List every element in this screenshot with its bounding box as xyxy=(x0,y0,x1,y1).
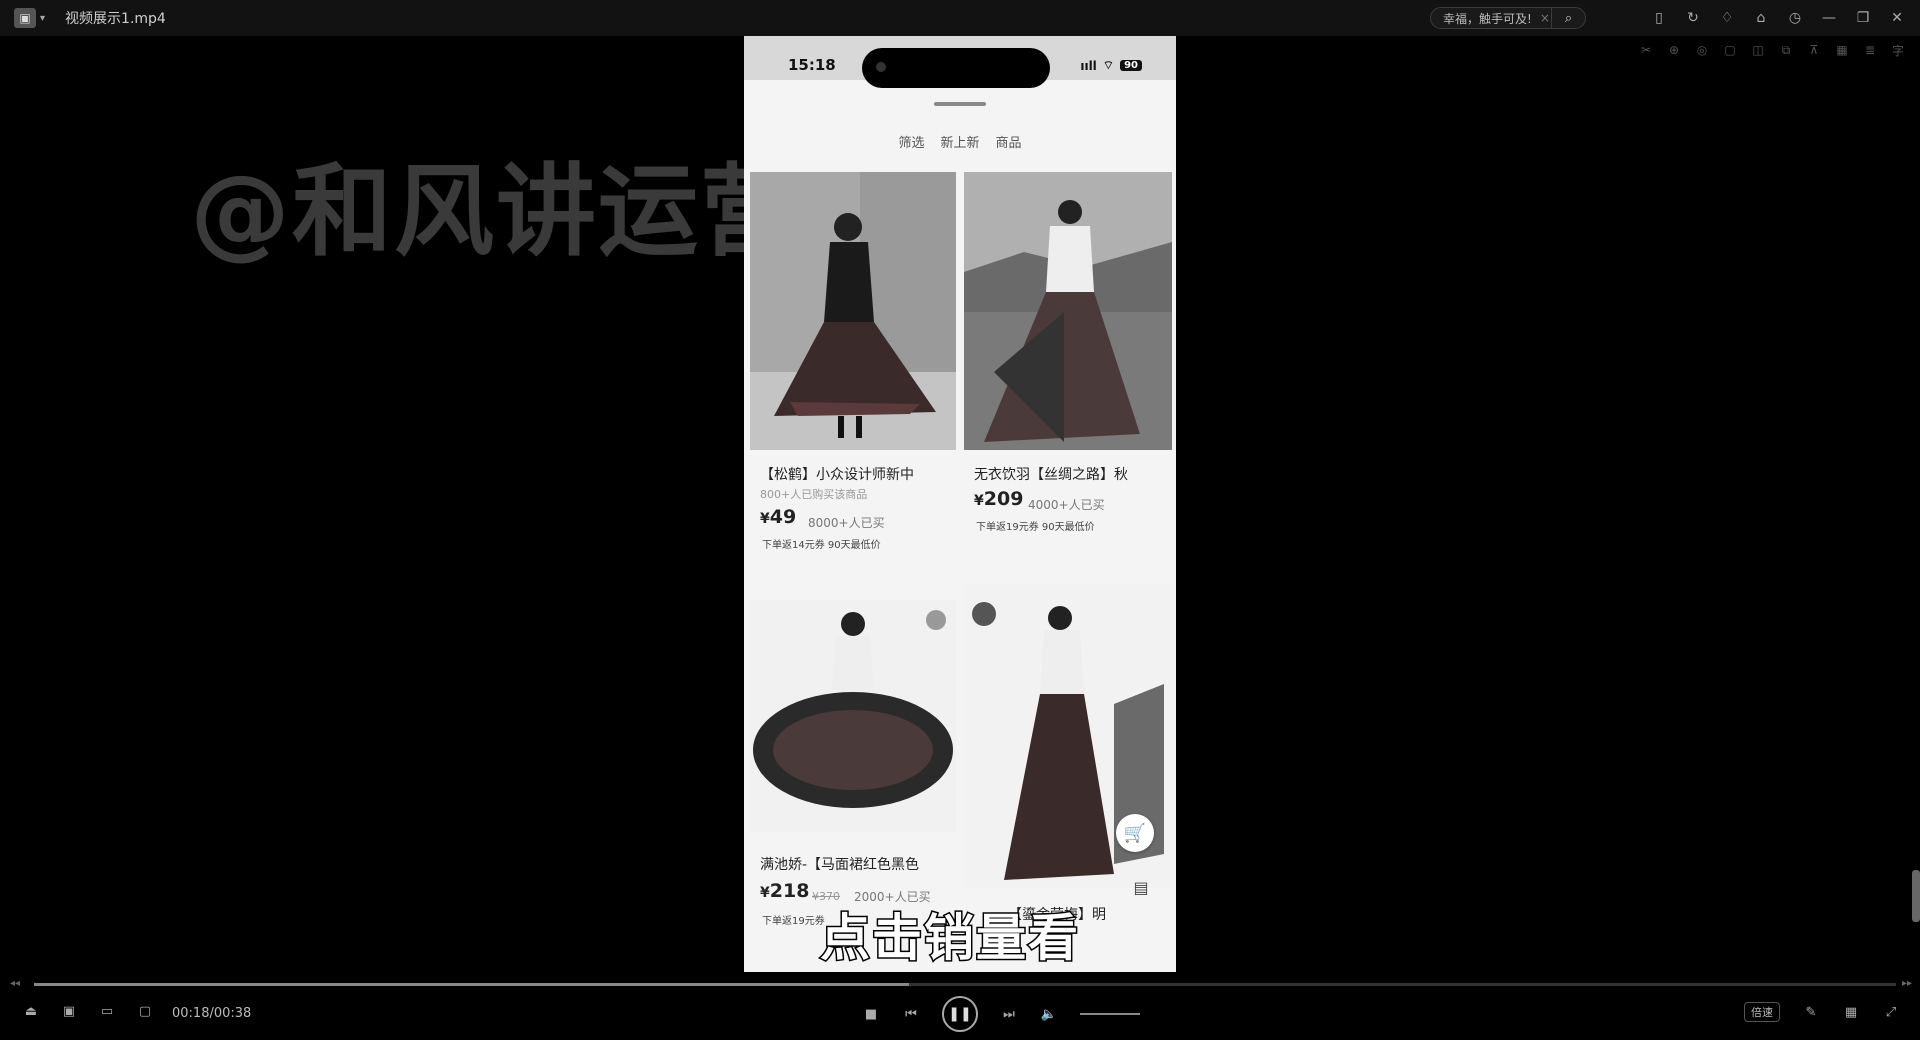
camera-icon xyxy=(876,62,886,72)
sold-count: 4000+人已买 xyxy=(1028,498,1105,512)
search-placeholder: 幸福，触手可及! xyxy=(1443,11,1532,26)
playlist-icon[interactable]: ▣ xyxy=(60,1002,78,1020)
status-indicators: ııll ⌔ 90 xyxy=(1080,58,1142,73)
progress-bar[interactable]: ◂◂ ▸▸ xyxy=(0,978,1920,992)
battery-icon: 90 xyxy=(1120,60,1142,71)
search-box[interactable]: 幸福，触手可及! × ⌕ xyxy=(1430,7,1586,29)
sold-count: 8000+人已买 xyxy=(808,516,885,530)
clear-icon[interactable]: × xyxy=(1540,11,1550,25)
product-title[interactable]: 无衣饮羽【丝绸之路】秋 xyxy=(974,464,1172,484)
product-photo xyxy=(964,172,1172,450)
filter-tab[interactable]: 新上新 xyxy=(940,132,979,151)
product-photo xyxy=(750,172,956,450)
search-icon[interactable]: ⌕ xyxy=(1551,8,1585,28)
player-controls: ⏏ ▣ ▭ ▢ 00:18/00:38 ■ ⏮ ❚❚ ⏭ 🔈 倍速 ✎ ▦ ⤢ xyxy=(0,996,1920,1032)
tool-icon[interactable]: 字 xyxy=(1890,42,1906,58)
dynamic-island xyxy=(862,48,1050,88)
product-photo xyxy=(750,600,956,832)
subtitle-icon[interactable]: ▭ xyxy=(98,1002,116,1020)
promo-tags: 下单返19元券 xyxy=(762,916,825,927)
product-card[interactable]: 【松鹤】小众设计师新中 800+人已购买该商品 ¥49 8000+人已买 下单返… xyxy=(750,172,956,612)
tool-icon[interactable]: ≣ xyxy=(1862,42,1878,58)
status-bar: 15:18 ııll ⌔ 90 xyxy=(744,36,1176,88)
box-icon[interactable]: ▦ xyxy=(1842,1003,1860,1021)
currency-symbol: ¥ xyxy=(974,493,984,509)
chevron-down-icon[interactable]: ▾ xyxy=(40,13,45,24)
currency-symbol: ¥ xyxy=(760,885,770,901)
promo-tags: 下单返14元券 90天最低价 xyxy=(762,540,881,551)
screenshot-icon[interactable]: ✎ xyxy=(1802,1003,1820,1021)
side-scroll-handle[interactable] xyxy=(1912,870,1920,922)
video-caption: 点击销量看 xyxy=(819,908,1080,969)
tool-icon[interactable]: ◫ xyxy=(1750,42,1766,58)
watermark-text: @和风讲运营 xyxy=(190,153,802,270)
cart-icon[interactable]: 🛒 xyxy=(1116,814,1154,852)
titlebar-icons: ▯ ↻ ♢ ⌂ ◷ — ❐ ✕ xyxy=(1650,0,1906,36)
filter-tab[interactable]: 商品 xyxy=(996,132,1022,151)
product-image[interactable] xyxy=(964,172,1172,450)
right-controls: 倍速 ✎ ▦ ⤢ xyxy=(1744,1002,1900,1022)
left-controls: ⏏ ▣ ▭ ▢ xyxy=(22,1002,154,1020)
tool-icon[interactable]: ▦ xyxy=(1834,42,1850,58)
pause-button[interactable]: ❚❚ xyxy=(942,996,978,1032)
progress-fill xyxy=(34,983,910,986)
sheet-handle[interactable] xyxy=(934,102,986,106)
next-icon[interactable]: ⏭ xyxy=(1000,1005,1018,1023)
share-icon[interactable]: ♢ xyxy=(1718,9,1736,27)
tool-icon[interactable]: ⧉ xyxy=(1778,42,1794,58)
product-title[interactable]: 满池娇-【马面裙红色黑色 xyxy=(760,854,956,874)
previous-icon[interactable]: ⏮ xyxy=(902,1005,920,1023)
product-title[interactable]: 【松鹤】小众设计师新中 xyxy=(760,464,956,484)
product-image[interactable] xyxy=(750,172,956,450)
timecode: 00:18/00:38 xyxy=(172,1006,252,1021)
volume-icon[interactable]: 🔈 xyxy=(1040,1005,1058,1023)
tool-icon[interactable]: ⊕ xyxy=(1666,42,1682,58)
product-price: ¥218 xyxy=(760,880,809,902)
skin-icon[interactable]: ▯ xyxy=(1650,9,1668,27)
eject-icon[interactable]: ⏏ xyxy=(22,1002,40,1020)
price-value: 209 xyxy=(983,488,1024,510)
product-price: ¥209 xyxy=(974,488,1023,510)
player-app-icon[interactable]: ▣ xyxy=(14,8,36,28)
chat-icon[interactable]: ▢ xyxy=(136,1002,154,1020)
phone-screen: 15:18 ııll ⌔ 90 筛选 新上新 商品 【松鹤】小众设计师新中 80… xyxy=(744,36,1176,972)
filter-tab[interactable]: 筛选 xyxy=(898,132,924,151)
currency-symbol: ¥ xyxy=(760,511,770,527)
filter-row: 筛选 新上新 商品 xyxy=(744,132,1176,151)
product-card[interactable]: 无衣饮羽【丝绸之路】秋 ¥209 4000+人已买 下单返19元券 90天最低价 xyxy=(964,172,1172,612)
tool-icon[interactable]: ◎ xyxy=(1694,42,1710,58)
window-title: 视频展示1.mp4 xyxy=(65,11,166,27)
status-time: 15:18 xyxy=(788,56,836,74)
restore-icon[interactable]: ❐ xyxy=(1854,9,1872,27)
message-icon[interactable]: ▤ xyxy=(1128,874,1154,900)
product-image[interactable] xyxy=(750,600,956,832)
product-subtitle: 800+人已购买该商品 xyxy=(760,488,868,501)
tshirt-icon[interactable]: ⌂ xyxy=(1752,9,1770,27)
clock-icon[interactable]: ◷ xyxy=(1786,9,1804,27)
price-value: 218 xyxy=(769,880,810,902)
title-bar: ▣ ▾ 视频展示1.mp4 幸福，触手可及! × ⌕ ▯ ↻ ♢ ⌂ ◷ — ❐… xyxy=(0,0,1920,36)
product-price: ¥49 xyxy=(760,506,796,528)
close-icon[interactable]: ✕ xyxy=(1888,9,1906,27)
wifi-icon: ⌔ xyxy=(1102,58,1115,72)
seek-forward-icon[interactable]: ▸▸ xyxy=(1902,978,1912,989)
speed-button[interactable]: 倍速 xyxy=(1744,1002,1780,1022)
promo-tags: 下单返19元券 90天最低价 xyxy=(976,522,1095,533)
signal-icon: ııll xyxy=(1080,58,1097,73)
tool-icon[interactable]: ⊼ xyxy=(1806,42,1822,58)
fullscreen-icon[interactable]: ⤢ xyxy=(1882,1003,1900,1021)
stop-icon[interactable]: ■ xyxy=(862,1005,880,1023)
refresh-icon[interactable]: ↻ xyxy=(1684,9,1702,27)
tool-icon[interactable]: ▢ xyxy=(1722,42,1738,58)
seek-back-icon[interactable]: ◂◂ xyxy=(10,978,20,989)
secondary-toolbar: ✂ ⊕ ◎ ▢ ◫ ⧉ ⊼ ▦ ≣ 字 xyxy=(1638,38,1906,62)
volume-slider[interactable] xyxy=(1080,1013,1140,1015)
price-value: 49 xyxy=(769,506,797,528)
tool-icon[interactable]: ✂ xyxy=(1638,42,1654,58)
minimize-icon[interactable]: — xyxy=(1820,9,1838,27)
playback-controls: ■ ⏮ ❚❚ ⏭ 🔈 xyxy=(862,996,1140,1032)
